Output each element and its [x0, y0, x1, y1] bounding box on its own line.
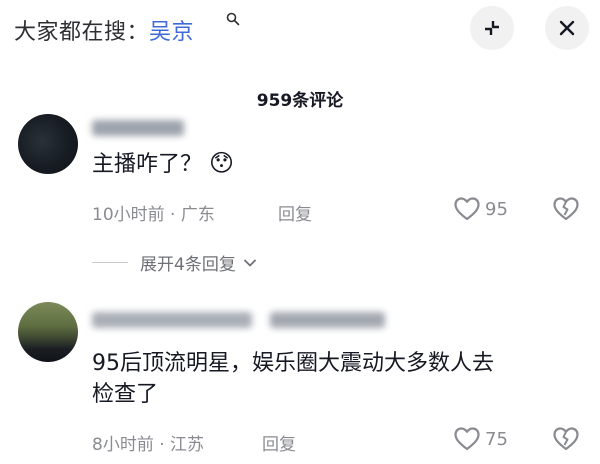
search-bar[interactable]: 大家都在搜：吴京	[0, 0, 600, 60]
search-keyword[interactable]: 吴京	[149, 20, 194, 45]
expand-replies-label: 展开4条回复	[140, 255, 236, 275]
broken-heart-icon[interactable]	[552, 426, 580, 452]
comment-text: 95后顶流明星，娱乐圈大震动大多数人去 检查了	[92, 348, 494, 410]
search-prefix: 大家都在搜：	[14, 20, 150, 45]
comment-body-line: 检查了	[92, 382, 159, 407]
comment-body-line: 95后顶流明星，娱乐圈大震动大多数人去	[92, 351, 494, 376]
chevron-down-icon	[243, 259, 256, 266]
avatar[interactable]	[18, 302, 78, 362]
close-button[interactable]	[545, 6, 589, 50]
heart-icon	[454, 197, 480, 221]
comment-text: 主播咋了？ 😯	[92, 148, 234, 180]
username-blurred[interactable]	[92, 312, 252, 328]
like-count: 75	[485, 428, 508, 450]
collapse-icon	[485, 21, 499, 35]
heart-icon	[454, 427, 480, 451]
comment-time-location: 8小时前 · 江苏	[92, 435, 205, 455]
username-blurred[interactable]	[92, 120, 184, 136]
collapse-button[interactable]	[470, 6, 514, 50]
username-blurred[interactable]	[270, 312, 385, 328]
surprised-emoji-icon: 😯	[209, 149, 235, 177]
search-suggestion[interactable]: 大家都在搜：吴京	[14, 14, 194, 46]
like-button[interactable]: 75	[453, 426, 508, 452]
comment-body: 主播咋了？	[92, 152, 203, 177]
search-icon	[226, 12, 240, 26]
reply-button[interactable]: 回复	[262, 430, 296, 455]
reply-button[interactable]: 回复	[278, 200, 312, 225]
broken-heart-icon[interactable]	[552, 196, 580, 222]
close-icon	[559, 20, 575, 36]
divider	[92, 262, 128, 263]
comment-item: 95后顶流明星，娱乐圈大震动大多数人去 检查了 8小时前 · 江苏 回复 75	[0, 300, 600, 464]
avatar[interactable]	[18, 114, 78, 174]
like-button[interactable]: 95	[453, 196, 508, 222]
comment-time-location: 10小时前 · 广东	[92, 205, 215, 225]
comment-item: 主播咋了？ 😯 10小时前 · 广东 回复 95 展开4条回复	[0, 112, 600, 282]
comment-count-title: 959条评论	[256, 91, 344, 111]
like-count: 95	[485, 198, 508, 220]
expand-replies[interactable]: 展开4条回复	[92, 250, 258, 275]
